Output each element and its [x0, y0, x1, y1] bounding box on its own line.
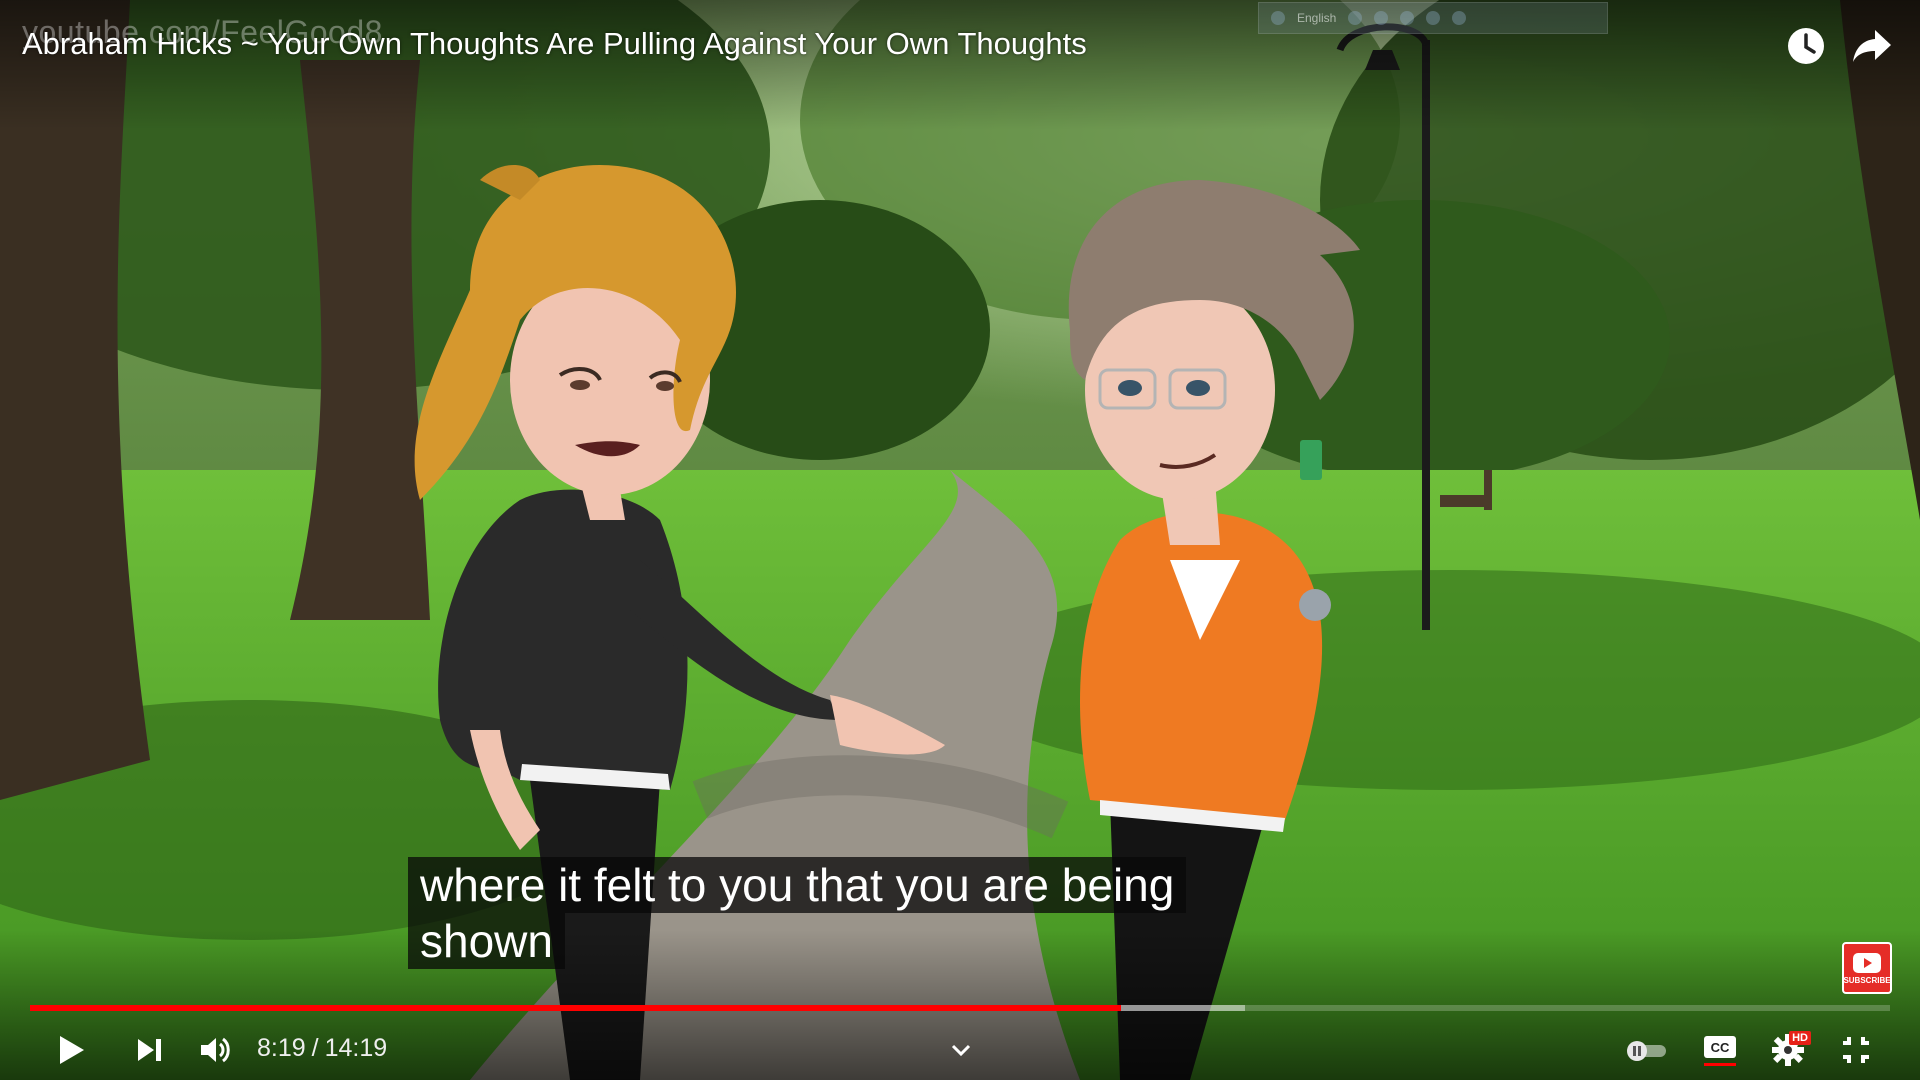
player-controls: 8:19/14:19 CC HD: [0, 1020, 1920, 1080]
caption-line: shown: [408, 913, 565, 969]
skip-next-icon: [138, 1039, 161, 1061]
embedded-toolbar: English: [1258, 2, 1608, 34]
video-title[interactable]: Abraham Hicks ~ Your Own Thoughts Are Pu…: [22, 26, 1087, 62]
time-separator: /: [311, 1034, 319, 1062]
toolbar-dot-icon: [1348, 11, 1363, 25]
subscribe-watermark-button[interactable]: SUBSCRIBE: [1842, 942, 1892, 994]
settings-button[interactable]: HD: [1760, 1028, 1816, 1072]
progress-played: [30, 1005, 1122, 1011]
play-button[interactable]: [44, 1028, 100, 1072]
clock-icon: [1788, 28, 1824, 64]
next-button[interactable]: [122, 1028, 178, 1072]
chapters-button[interactable]: [933, 1028, 989, 1072]
caption-line: where it felt to you that you are being: [408, 857, 1187, 913]
share-arrow-icon: [1853, 30, 1891, 62]
share-button[interactable]: [1846, 20, 1898, 72]
toolbar-dot-icon: [1452, 11, 1467, 25]
watch-later-button[interactable]: [1780, 20, 1832, 72]
captions-box: where it felt to you that you are being …: [408, 857, 1187, 969]
toolbar-dot-icon: [1426, 11, 1441, 25]
toolbar-dot-icon: [1374, 11, 1389, 25]
mute-button[interactable]: [188, 1028, 244, 1072]
exit-fullscreen-icon: [1843, 1037, 1869, 1063]
autoplay-toggle[interactable]: [1618, 1028, 1674, 1072]
captions-button[interactable]: CC: [1692, 1028, 1748, 1072]
duration: 14:19: [324, 1034, 388, 1062]
volume-icon: [201, 1037, 230, 1063]
chevron-down-icon: [951, 1044, 971, 1057]
toolbar-dot-icon: [1400, 11, 1415, 25]
exit-fullscreen-button[interactable]: [1828, 1028, 1884, 1072]
play-icon: [60, 1036, 84, 1064]
closed-captions-icon: CC: [1704, 1036, 1736, 1066]
subscribe-label: SUBSCRIBE: [1843, 975, 1891, 985]
youtube-play-icon: [1853, 952, 1881, 973]
autoplay-toggle-icon: [1627, 1041, 1666, 1061]
svg-text:CC: CC: [1711, 1040, 1730, 1055]
time-display: 8:19/14:19: [257, 1034, 387, 1063]
hd-badge: HD: [1789, 1031, 1811, 1045]
progress-bar[interactable]: [30, 1005, 1890, 1011]
toolbar-language: English: [1297, 11, 1337, 25]
toolbar-dot-icon: [1271, 11, 1285, 25]
current-time: 8:19: [257, 1034, 306, 1062]
